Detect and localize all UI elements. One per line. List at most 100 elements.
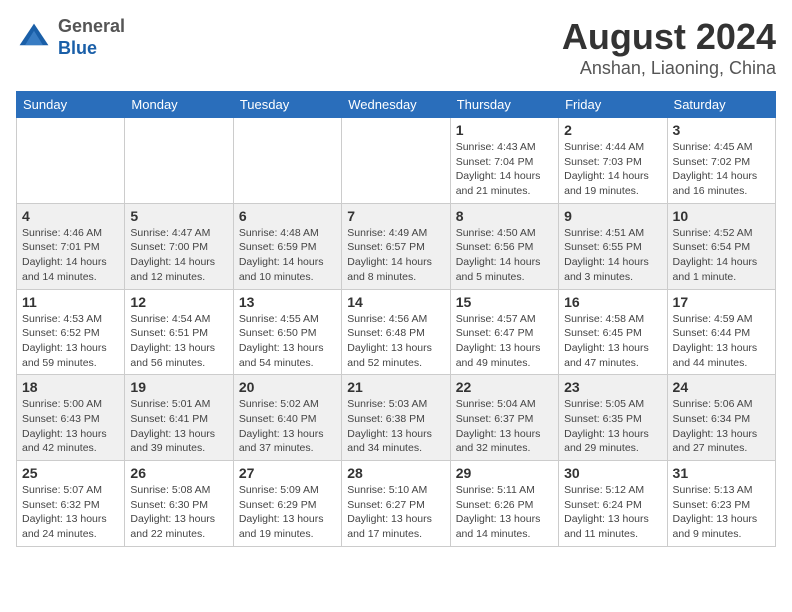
day-detail: Sunrise: 4:54 AMSunset: 6:51 PMDaylight:… <box>130 312 227 371</box>
day-number: 18 <box>22 379 119 395</box>
day-number: 11 <box>22 294 119 310</box>
logo: General Blue <box>16 16 125 59</box>
day-detail: Sunrise: 4:51 AMSunset: 6:55 PMDaylight:… <box>564 226 661 285</box>
table-row: 8 Sunrise: 4:50 AMSunset: 6:56 PMDaylight… <box>450 203 558 289</box>
day-number: 8 <box>456 208 553 224</box>
day-detail: Sunrise: 4:45 AMSunset: 7:02 PMDaylight:… <box>673 140 770 199</box>
table-row: 31 Sunrise: 5:13 AMSunset: 6:23 PMDayligh… <box>667 461 775 547</box>
table-row: 30 Sunrise: 5:12 AMSunset: 6:24 PMDayligh… <box>559 461 667 547</box>
table-row: 22Sunrise: 5:04 AMSunset: 6:37 PMDayligh… <box>450 375 558 461</box>
table-row: 7 Sunrise: 4:49 AMSunset: 6:57 PMDaylight… <box>342 203 450 289</box>
logo-general-text: General <box>58 16 125 38</box>
header-sunday: Sunday <box>17 92 125 118</box>
day-detail: Sunrise: 4:59 AMSunset: 6:44 PMDaylight:… <box>673 312 770 371</box>
calendar-table: Sunday Monday Tuesday Wednesday Thursday… <box>16 91 776 547</box>
day-detail: Sunrise: 5:08 AMSunset: 6:30 PMDaylight:… <box>130 483 227 542</box>
table-row: 10 Sunrise: 4:52 AMSunset: 6:54 PMDayligh… <box>667 203 775 289</box>
day-detail: Sunrise: 5:11 AMSunset: 6:26 PMDaylight:… <box>456 483 553 542</box>
day-number: 3 <box>673 122 770 138</box>
header-monday: Monday <box>125 92 233 118</box>
day-number: 9 <box>564 208 661 224</box>
table-row: 4 Sunrise: 4:46 AMSunset: 7:01 PMDaylight… <box>17 203 125 289</box>
calendar-week-row: 1 Sunrise: 4:43 AMSunset: 7:04 PMDaylight… <box>17 118 776 204</box>
day-detail: Sunrise: 5:13 AMSunset: 6:23 PMDaylight:… <box>673 483 770 542</box>
table-row: 25 Sunrise: 5:07 AMSunset: 6:32 PMDayligh… <box>17 461 125 547</box>
day-detail: Sunrise: 5:10 AMSunset: 6:27 PMDaylight:… <box>347 483 444 542</box>
day-number: 25 <box>22 465 119 481</box>
day-number: 17 <box>673 294 770 310</box>
table-row: 12Sunrise: 4:54 AMSunset: 6:51 PMDayligh… <box>125 289 233 375</box>
day-number: 24 <box>673 379 770 395</box>
day-detail: Sunrise: 5:01 AMSunset: 6:41 PMDaylight:… <box>130 397 227 456</box>
day-detail: Sunrise: 5:09 AMSunset: 6:29 PMDaylight:… <box>239 483 336 542</box>
day-number: 13 <box>239 294 336 310</box>
logo-icon <box>16 20 52 56</box>
table-row: 6 Sunrise: 4:48 AMSunset: 6:59 PMDaylight… <box>233 203 341 289</box>
header-wednesday: Wednesday <box>342 92 450 118</box>
day-detail: Sunrise: 4:53 AMSunset: 6:52 PMDaylight:… <box>22 312 119 371</box>
day-number: 10 <box>673 208 770 224</box>
day-detail: Sunrise: 4:49 AMSunset: 6:57 PMDaylight:… <box>347 226 444 285</box>
day-detail: Sunrise: 5:03 AMSunset: 6:38 PMDaylight:… <box>347 397 444 456</box>
day-number: 23 <box>564 379 661 395</box>
day-number: 14 <box>347 294 444 310</box>
day-number: 20 <box>239 379 336 395</box>
day-number: 31 <box>673 465 770 481</box>
table-row <box>125 118 233 204</box>
day-number: 5 <box>130 208 227 224</box>
calendar-week-row: 18Sunrise: 5:00 AMSunset: 6:43 PMDayligh… <box>17 375 776 461</box>
day-detail: Sunrise: 4:48 AMSunset: 6:59 PMDaylight:… <box>239 226 336 285</box>
day-detail: Sunrise: 4:46 AMSunset: 7:01 PMDaylight:… <box>22 226 119 285</box>
day-detail: Sunrise: 5:07 AMSunset: 6:32 PMDaylight:… <box>22 483 119 542</box>
table-row <box>342 118 450 204</box>
day-number: 28 <box>347 465 444 481</box>
header-friday: Friday <box>559 92 667 118</box>
day-detail: Sunrise: 4:43 AMSunset: 7:04 PMDaylight:… <box>456 140 553 199</box>
day-number: 1 <box>456 122 553 138</box>
header-tuesday: Tuesday <box>233 92 341 118</box>
table-row: 23 Sunrise: 5:05 AMSunset: 6:35 PMDayligh… <box>559 375 667 461</box>
table-row: 29Sunrise: 5:11 AMSunset: 6:26 PMDayligh… <box>450 461 558 547</box>
table-row: 24 Sunrise: 5:06 AMSunset: 6:34 PMDayligh… <box>667 375 775 461</box>
table-row: 5Sunrise: 4:47 AMSunset: 7:00 PMDaylight… <box>125 203 233 289</box>
day-detail: Sunrise: 5:04 AMSunset: 6:37 PMDaylight:… <box>456 397 553 456</box>
day-number: 6 <box>239 208 336 224</box>
table-row <box>17 118 125 204</box>
day-detail: Sunrise: 5:12 AMSunset: 6:24 PMDaylight:… <box>564 483 661 542</box>
day-detail: Sunrise: 5:02 AMSunset: 6:40 PMDaylight:… <box>239 397 336 456</box>
day-detail: Sunrise: 4:57 AMSunset: 6:47 PMDaylight:… <box>456 312 553 371</box>
main-title: August 2024 <box>562 16 776 58</box>
subtitle: Anshan, Liaoning, China <box>562 58 776 79</box>
day-detail: Sunrise: 5:05 AMSunset: 6:35 PMDaylight:… <box>564 397 661 456</box>
table-row: 27Sunrise: 5:09 AMSunset: 6:29 PMDayligh… <box>233 461 341 547</box>
day-detail: Sunrise: 4:44 AMSunset: 7:03 PMDaylight:… <box>564 140 661 199</box>
header-thursday: Thursday <box>450 92 558 118</box>
day-detail: Sunrise: 4:52 AMSunset: 6:54 PMDaylight:… <box>673 226 770 285</box>
table-row: 21Sunrise: 5:03 AMSunset: 6:38 PMDayligh… <box>342 375 450 461</box>
day-detail: Sunrise: 4:50 AMSunset: 6:56 PMDaylight:… <box>456 226 553 285</box>
table-row <box>233 118 341 204</box>
day-detail: Sunrise: 4:55 AMSunset: 6:50 PMDaylight:… <box>239 312 336 371</box>
day-number: 2 <box>564 122 661 138</box>
calendar-week-row: 25 Sunrise: 5:07 AMSunset: 6:32 PMDayligh… <box>17 461 776 547</box>
table-row: 26 Sunrise: 5:08 AMSunset: 6:30 PMDayligh… <box>125 461 233 547</box>
title-block: August 2024 Anshan, Liaoning, China <box>562 16 776 79</box>
day-number: 7 <box>347 208 444 224</box>
calendar-week-row: 11 Sunrise: 4:53 AMSunset: 6:52 PMDayligh… <box>17 289 776 375</box>
day-number: 15 <box>456 294 553 310</box>
table-row: 13 Sunrise: 4:55 AMSunset: 6:50 PMDayligh… <box>233 289 341 375</box>
day-number: 26 <box>130 465 227 481</box>
table-row: 15 Sunrise: 4:57 AMSunset: 6:47 PMDayligh… <box>450 289 558 375</box>
table-row: 1 Sunrise: 4:43 AMSunset: 7:04 PMDaylight… <box>450 118 558 204</box>
table-row: 19Sunrise: 5:01 AMSunset: 6:41 PMDayligh… <box>125 375 233 461</box>
calendar-week-row: 4 Sunrise: 4:46 AMSunset: 7:01 PMDaylight… <box>17 203 776 289</box>
day-number: 30 <box>564 465 661 481</box>
day-detail: Sunrise: 4:58 AMSunset: 6:45 PMDaylight:… <box>564 312 661 371</box>
page-header: General Blue August 2024 Anshan, Liaonin… <box>16 16 776 79</box>
day-detail: Sunrise: 5:06 AMSunset: 6:34 PMDaylight:… <box>673 397 770 456</box>
day-number: 4 <box>22 208 119 224</box>
table-row: 16 Sunrise: 4:58 AMSunset: 6:45 PMDayligh… <box>559 289 667 375</box>
table-row: 2 Sunrise: 4:44 AMSunset: 7:03 PMDaylight… <box>559 118 667 204</box>
day-number: 16 <box>564 294 661 310</box>
table-row: 28 Sunrise: 5:10 AMSunset: 6:27 PMDayligh… <box>342 461 450 547</box>
